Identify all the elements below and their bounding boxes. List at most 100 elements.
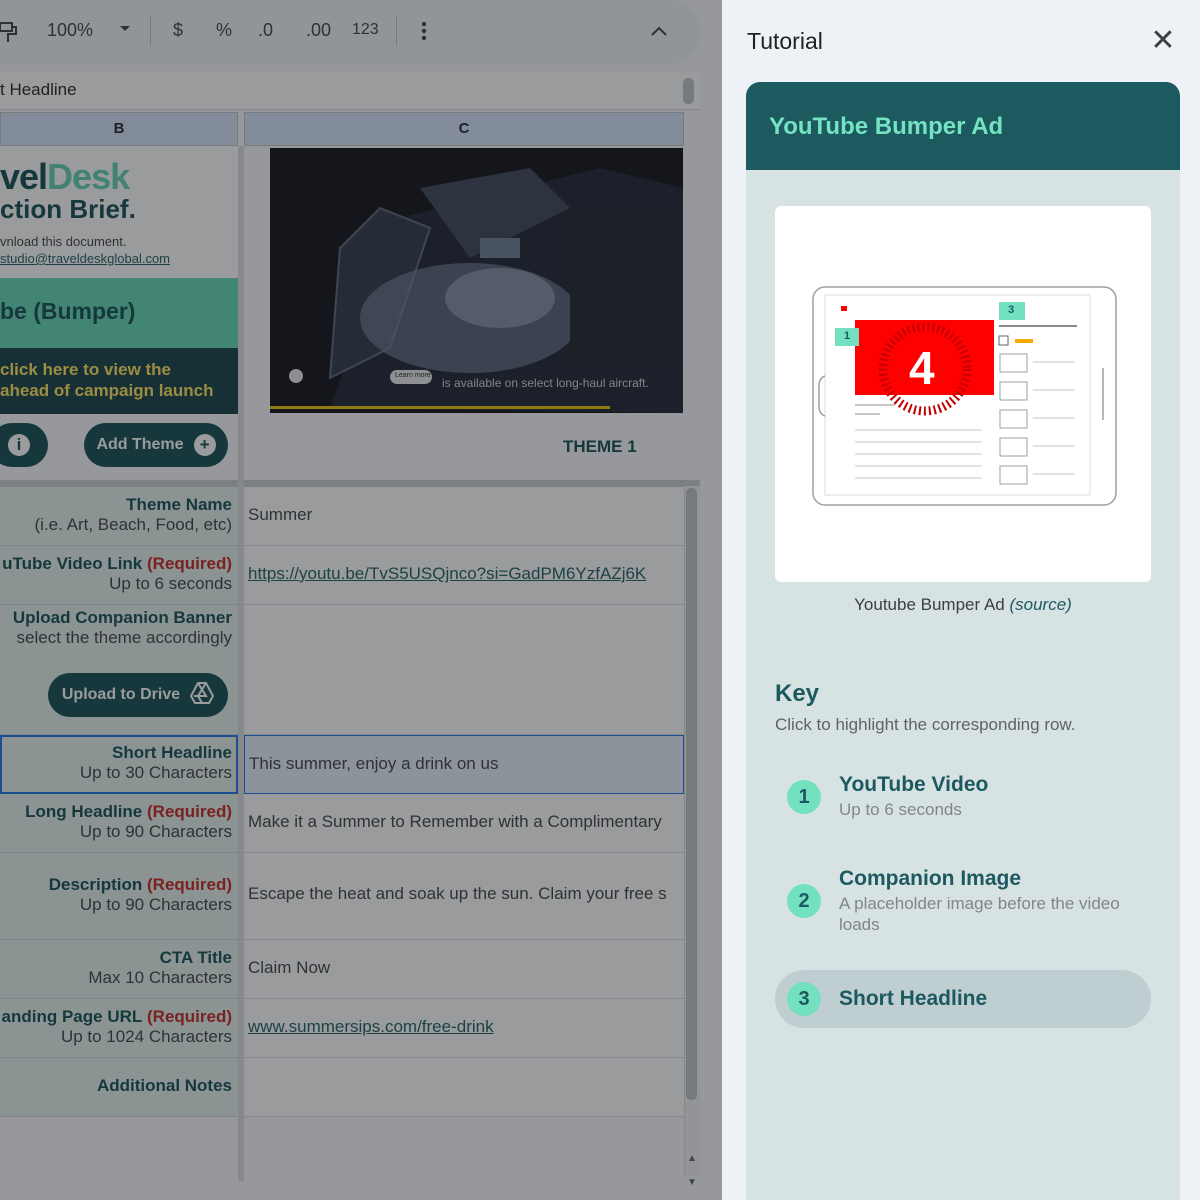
row-value-video-link[interactable]: https://youtu.be/TvS5USQjnco?si=GadPM6Yz… (244, 546, 684, 605)
currency-format-button[interactable]: $ (173, 20, 183, 41)
key-item-name: YouTube Video (839, 773, 989, 796)
logo-text-part1: vel (0, 156, 48, 197)
caption-source-link[interactable]: (source) (1009, 595, 1071, 614)
vertical-scrollbar-thumb[interactable] (686, 488, 697, 1100)
key-number-badge: 1 (787, 780, 821, 814)
formula-bar-scrollbar[interactable] (683, 78, 694, 104)
upload-to-drive-button[interactable]: Upload to Drive (48, 673, 228, 717)
toolbar-separator (150, 16, 151, 46)
scroll-down-arrow-icon[interactable]: ▼ (684, 1172, 700, 1194)
card-header: YouTube Bumper Ad (746, 82, 1180, 170)
row-label-long-headline[interactable]: Long Headline (Required) Up to 90 Charac… (0, 794, 238, 853)
key-number-badge: 3 (787, 982, 821, 1016)
empty-row[interactable] (0, 1117, 238, 1181)
toolbar-separator (396, 16, 397, 46)
theme-header: THEME 1 (563, 437, 637, 456)
tablet-illustration-icon (812, 286, 1117, 506)
plus-icon: + (193, 434, 216, 456)
row-value-cta-title[interactable]: Claim Now (244, 940, 684, 999)
number-format-button[interactable]: 123 (352, 21, 379, 39)
row-label-sub: Up to 6 seconds (109, 574, 232, 593)
preview-badge-3: 3 (1008, 304, 1015, 316)
row-label-sub: Up to 1024 Characters (60, 1027, 232, 1046)
row-label-landing-page[interactable]: anding Page URL (Required) Up to 1024 Ch… (0, 999, 238, 1058)
panel-title: Tutorial (747, 28, 823, 54)
row-value-short-headline[interactable]: This summer, enjoy a drink on us (244, 735, 684, 794)
decrease-decimal-button[interactable]: .0 (258, 20, 273, 41)
row-label-text: Theme Name (126, 495, 232, 514)
brief-email-link[interactable]: studio@traveldeskglobal.com (0, 251, 170, 266)
row-label-video-link[interactable]: uTube Video Link (Required) Up to 6 seco… (0, 546, 238, 605)
close-icon[interactable]: ✕ (1148, 24, 1178, 58)
zoom-value[interactable]: 100% (47, 20, 93, 41)
row-value-long-headline[interactable]: Make it a Summer to Remember with a Comp… (244, 794, 684, 853)
more-options-icon[interactable] (420, 20, 428, 47)
row-label-additional-notes[interactable]: Additional Notes (0, 1058, 238, 1117)
key-number-badge: 2 (787, 884, 821, 918)
formula-bar-text: t Headline (0, 80, 77, 99)
required-marker: (Required) (147, 875, 232, 894)
row-label-theme-name[interactable]: Theme Name (i.e. Art, Beach, Food, etc) (0, 487, 238, 546)
brief-note: vnload this document. (0, 234, 127, 249)
key-item-short-headline[interactable]: 3 Short Headline (775, 970, 1151, 1028)
row-label-sub: Up to 30 Characters (79, 763, 232, 782)
preview-caption: Youtube Bumper Ad (source) (746, 595, 1180, 615)
key-item-name: Short Headline (839, 987, 988, 1010)
row-label-sub: select the theme accordingly (16, 628, 232, 647)
preview-countdown-number: 4 (909, 342, 935, 394)
scroll-up-arrow-icon[interactable]: ▲ (684, 1148, 700, 1170)
add-theme-label: Add Theme (96, 436, 184, 453)
row-label-sub: Up to 90 Characters (79, 895, 232, 914)
required-marker: (Required) (147, 802, 232, 821)
logo-text-part2: Desk (47, 156, 130, 197)
row-label-sub: (i.e. Art, Beach, Food, etc) (34, 515, 232, 534)
row-label-sub: Max 10 Characters (88, 968, 232, 987)
key-item-sub: Up to 6 seconds (839, 800, 962, 819)
increase-decimal-button[interactable]: .00 (306, 20, 331, 41)
row-value-additional-notes[interactable] (244, 1058, 684, 1117)
toolbar: 100% $ % .0 .00 123 (0, 0, 700, 64)
bumper-title: be (Bumper) (0, 298, 136, 324)
spreadsheet: 100% $ % .0 .00 123 t Headline B C velDe… (0, 0, 722, 1200)
video-overlay-text: is available on select long-haul aircraf… (442, 376, 649, 390)
formula-bar[interactable]: t Headline (0, 72, 700, 110)
column-header-b[interactable]: B (0, 112, 238, 146)
key-item-sub: A placeholder image before the video loa… (839, 894, 1120, 934)
tutorial-card: YouTube Bumper Ad 4 1 3 Youtube Bumper A… (746, 82, 1180, 1200)
key-item-companion-image[interactable]: 2 Companion Image A placeholder image be… (775, 860, 1151, 940)
required-marker: (Required) (147, 1007, 232, 1026)
info-button[interactable]: i (0, 423, 48, 467)
video-learn-more-button[interactable]: Learn more (395, 372, 431, 379)
row-label-cta-title[interactable]: CTA Title Max 10 Characters (0, 940, 238, 999)
percent-format-button[interactable]: % (216, 20, 232, 41)
frozen-row-divider[interactable] (0, 480, 700, 487)
key-item-name: Companion Image (839, 867, 1022, 890)
zoom-dropdown-icon[interactable] (118, 18, 132, 43)
collapse-toolbar-icon[interactable] (650, 22, 668, 43)
row-label-text: anding Page URL (1, 1007, 143, 1026)
preview-badge-1: 1 (844, 330, 851, 342)
key-description: Click to highlight the corresponding row… (775, 715, 1076, 734)
row-value-description[interactable]: Escape the heat and soak up the sun. Cla… (244, 853, 684, 940)
row-value-landing-page[interactable]: www.summersips.com/free-drink (244, 999, 684, 1058)
google-drive-icon (189, 681, 215, 709)
key-title: Key (775, 680, 820, 707)
video-thumbnail[interactable]: Learn more is available on select long-h… (270, 148, 683, 413)
click-to-view-text[interactable]: click here to view the ahead of campaign… (0, 359, 214, 401)
brief-subtitle: ction Brief. (0, 194, 136, 224)
row-value-theme-name[interactable]: Summer (244, 487, 684, 546)
add-theme-button[interactable]: Add Theme + (84, 423, 228, 467)
row-label-description[interactable]: Description (Required) Up to 90 Characte… (0, 853, 238, 940)
row-value-companion-banner[interactable] (244, 605, 684, 735)
row-label-text: Description (48, 875, 143, 894)
brand-logo: velDesk (0, 156, 130, 198)
key-item-youtube-video[interactable]: 1 YouTube Video Up to 6 seconds (775, 766, 1151, 828)
row-label-text: uTube Video Link (2, 554, 143, 573)
row-label-short-headline[interactable]: Short Headline Up to 30 Characters (0, 735, 238, 794)
column-headers: B C (0, 112, 700, 146)
row-label-text: Additional Notes (96, 1076, 232, 1095)
required-marker: (Required) (147, 554, 232, 573)
column-header-c[interactable]: C (244, 112, 684, 146)
row-label-text: Upload Companion Banner (12, 608, 232, 627)
paint-format-icon[interactable] (0, 20, 20, 51)
